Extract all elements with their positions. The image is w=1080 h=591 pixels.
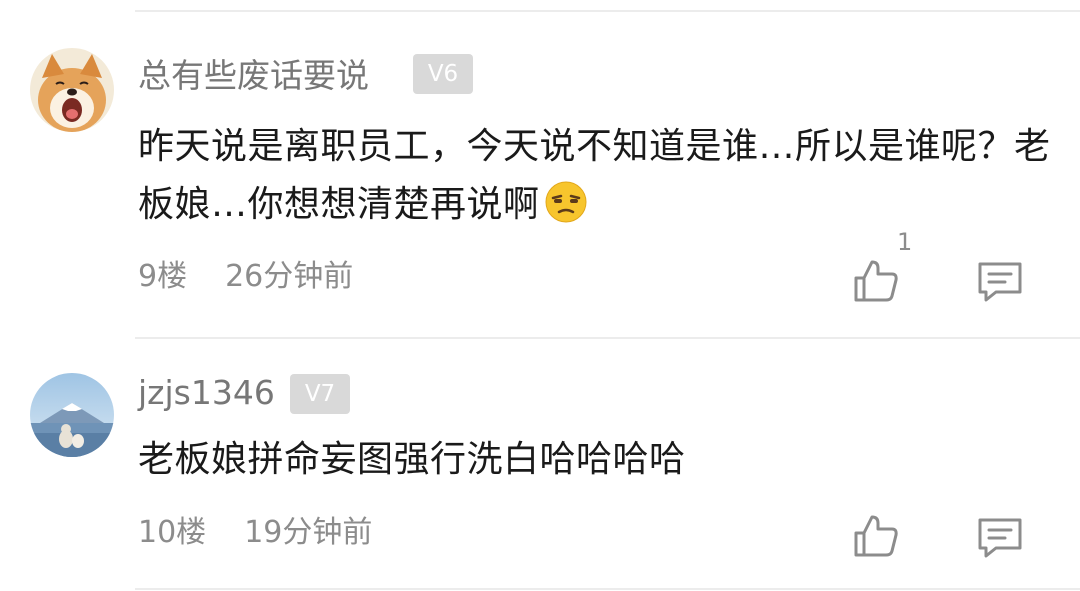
level-badge: V7 (290, 374, 350, 414)
comment-meta: 9楼 26分钟前 (138, 259, 353, 295)
thumbs-up-icon[interactable] (852, 256, 900, 304)
username[interactable]: 总有些废话要说 (138, 56, 369, 96)
unamused-face-icon (544, 180, 588, 242)
comment-text-content: 昨天说是离职员工，今天说不知道是谁…所以是谁呢？老板娘…你想想清楚再说啊 (138, 126, 1051, 225)
mountain-lake-avatar-icon (30, 373, 114, 457)
floor-number: 10楼 (138, 515, 207, 550)
floor-number: 9楼 (138, 259, 188, 294)
timestamp: 26分钟前 (225, 259, 354, 294)
comment-meta: 10楼 19分钟前 (138, 515, 372, 551)
timestamp: 19分钟前 (244, 515, 373, 550)
level-badge: V6 (413, 54, 473, 94)
avatar[interactable] (30, 373, 114, 457)
comment-reply-icon[interactable] (976, 258, 1024, 306)
comment-text: 昨天说是离职员工，今天说不知道是谁…所以是谁呢？老板娘…你想想清楚再说啊 (138, 118, 1058, 242)
bottom-divider (135, 588, 1080, 590)
comment-divider (135, 337, 1080, 339)
top-divider (135, 10, 1080, 12)
thumbs-up-icon[interactable] (852, 511, 900, 559)
shiba-dog-avatar-icon (30, 48, 114, 132)
comment-text-content: 老板娘拼命妄图强行洗白哈哈哈哈 (138, 439, 686, 480)
comment-reply-icon[interactable] (976, 514, 1024, 562)
comment-text: 老板娘拼命妄图强行洗白哈哈哈哈 (138, 431, 1058, 489)
username[interactable]: jzjs1346 (138, 373, 275, 413)
like-count: 1 (897, 228, 913, 256)
avatar[interactable] (30, 48, 114, 132)
